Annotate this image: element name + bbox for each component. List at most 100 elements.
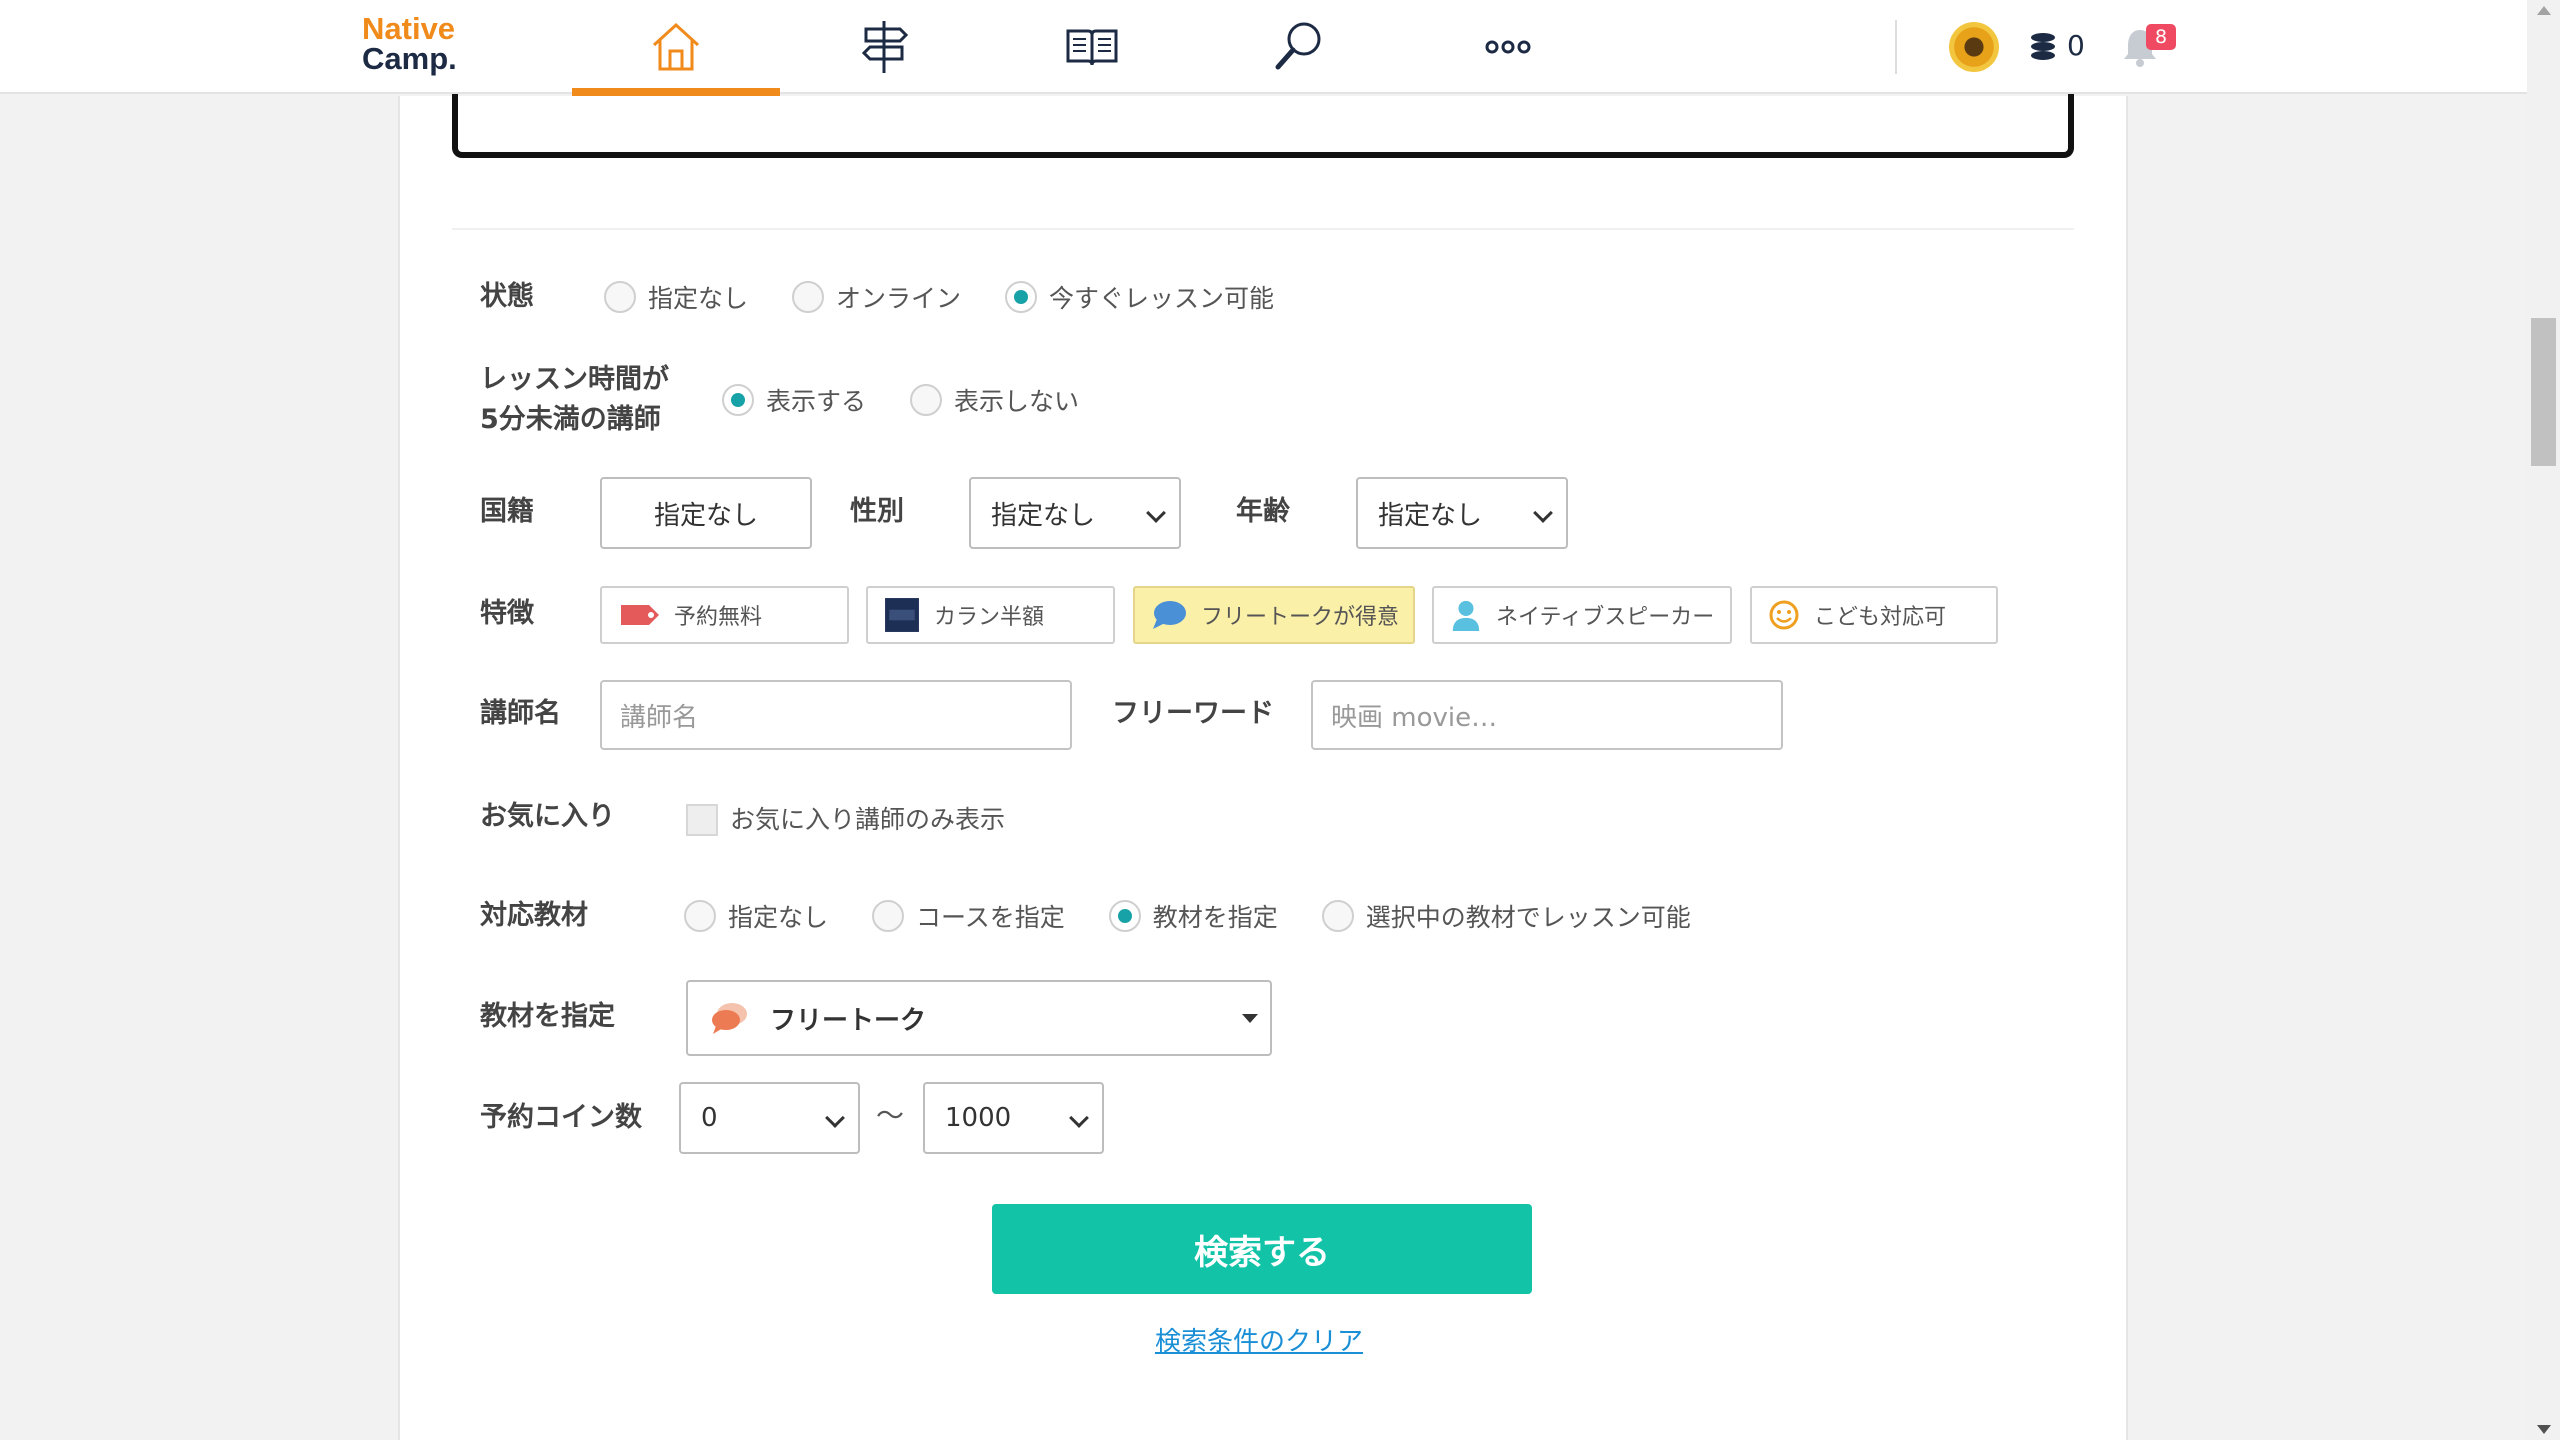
home-icon — [652, 22, 700, 71]
short-lesson-option-show[interactable]: 表示する — [722, 382, 866, 418]
favorites-checkbox[interactable] — [686, 804, 718, 836]
radio-button[interactable] — [604, 281, 636, 313]
smiley-icon — [1769, 600, 1799, 630]
nationality-value: 指定なし — [653, 500, 758, 531]
nationality-label: 国籍 — [480, 496, 534, 527]
chevron-down-icon — [1146, 503, 1166, 523]
header-divider — [1895, 20, 1897, 74]
coins-min-select[interactable]: 0 — [679, 1082, 860, 1154]
gender-label: 性別 — [850, 496, 904, 527]
scroll-up-arrow-icon[interactable] — [2537, 6, 2551, 15]
feature-kids-ok[interactable]: こども対応可 — [1750, 586, 1998, 644]
speech-bubble-icon — [1153, 601, 1186, 629]
top-header: Native Camp. 0 8 — [0, 0, 2527, 96]
materials-label: 対応教材 — [480, 900, 588, 931]
coin-count: 0 — [2067, 29, 2085, 62]
material-select-value: フリートーク — [770, 1005, 927, 1036]
materials-option-selected-material[interactable]: 選択中の教材でレッスン可能 — [1321, 898, 1691, 934]
chat-bubbles-icon — [712, 1003, 747, 1034]
book-icon — [1066, 29, 1118, 66]
clear-search-link[interactable]: 検索条件のクリア — [1155, 1322, 1363, 1362]
radio-label: 今すぐレッスン可能 — [1049, 284, 1275, 313]
nav-signpost[interactable] — [780, 0, 988, 94]
age-select[interactable]: 指定なし — [1356, 477, 1568, 549]
radio-label: コースを指定 — [916, 903, 1065, 932]
radio-button[interactable] — [1321, 900, 1354, 932]
scroll-thumb[interactable] — [2531, 318, 2556, 466]
chevron-down-icon — [825, 1108, 845, 1128]
teacher-name-label: 講師名 — [480, 698, 561, 729]
free-word-label: フリーワード — [1112, 698, 1274, 729]
feature-callan-half[interactable]: カラン半額 — [866, 586, 1115, 644]
status-option-none[interactable]: 指定なし — [604, 279, 748, 315]
native-camp-logo[interactable]: Native Camp. — [362, 11, 457, 76]
age-label: 年齢 — [1236, 496, 1290, 527]
status-label: 状態 — [480, 281, 534, 312]
coins-range-separator: 〜 — [876, 1099, 905, 1132]
gender-value: 指定なし — [991, 500, 1096, 531]
radio-label: オンライン — [836, 284, 962, 313]
previous-section-box — [452, 94, 2074, 158]
feature-label: カラン半額 — [934, 605, 1045, 630]
coin-balance[interactable]: 0 — [2031, 26, 2085, 66]
logo-line-2: Camp. — [362, 41, 457, 76]
nav-more[interactable] — [1404, 0, 1612, 94]
radio-label: 教材を指定 — [1152, 903, 1278, 932]
nationality-select[interactable]: 指定なし — [600, 477, 812, 549]
radio-button[interactable] — [910, 384, 943, 416]
tag-icon — [621, 605, 659, 625]
materials-option-material[interactable]: 教材を指定 — [1108, 898, 1278, 934]
coins-min-value: 0 — [701, 1103, 718, 1133]
search-icon — [1275, 22, 1321, 70]
radio-button[interactable] — [792, 281, 825, 313]
features-label: 特徴 — [480, 598, 534, 629]
chevron-down-icon — [1533, 503, 1553, 523]
specify-material-label: 教材を指定 — [480, 1001, 615, 1032]
radio-button-selected[interactable] — [1108, 900, 1141, 932]
radio-button-selected[interactable] — [1005, 281, 1038, 313]
gender-select[interactable]: 指定なし — [969, 477, 1181, 549]
favorites-label: お気に入り — [480, 801, 615, 832]
radio-button[interactable] — [872, 900, 905, 932]
free-word-placeholder: 映画 movie… — [1331, 702, 1498, 733]
page-scrollbar[interactable] — [2527, 0, 2560, 1440]
feature-free-booking[interactable]: 予約無料 — [600, 586, 849, 644]
person-icon — [1452, 600, 1480, 631]
free-word-input[interactable]: 映画 movie… — [1311, 680, 1783, 750]
nav-book[interactable] — [988, 0, 1196, 94]
coins-max-select[interactable]: 1000 — [923, 1082, 1104, 1154]
materials-option-none[interactable]: 指定なし — [684, 898, 828, 934]
age-value: 指定なし — [1378, 500, 1483, 531]
feature-label: ネイティブスピーカー — [1496, 605, 1715, 630]
radio-label: 表示する — [766, 387, 867, 416]
status-radio-group: 指定なし オンライン 今すぐレッスン可能 — [604, 279, 1318, 315]
materials-option-course[interactable]: コースを指定 — [872, 898, 1065, 934]
short-lesson-option-hide[interactable]: 表示しない — [910, 382, 1079, 418]
scroll-down-arrow-icon[interactable] — [2537, 1425, 2551, 1434]
avatar[interactable] — [1949, 22, 1999, 72]
nav-search[interactable] — [1196, 0, 1404, 94]
radio-button-selected[interactable] — [722, 384, 754, 416]
more-icon — [1485, 40, 1531, 54]
radio-label: 表示しない — [954, 387, 1080, 416]
search-button[interactable]: 検索する — [992, 1204, 1532, 1294]
caret-down-icon — [1242, 1014, 1258, 1023]
status-option-online[interactable]: オンライン — [792, 279, 961, 315]
favorites-checkbox-label[interactable]: お気に入り講師のみ表示 — [730, 800, 1005, 840]
radio-button[interactable] — [684, 900, 716, 932]
coins-max-value: 1000 — [945, 1103, 1012, 1133]
feature-free-talk[interactable]: フリートークが得意 — [1133, 586, 1415, 644]
short-lesson-label-line1: レッスン時間が — [480, 364, 669, 395]
logo-line-1: Native — [362, 11, 456, 46]
callan-book-icon — [885, 598, 919, 632]
short-lesson-radio-group: 表示する 表示しない — [722, 382, 1123, 418]
teacher-name-placeholder: 講師名 — [620, 702, 699, 733]
material-select[interactable]: フリートーク — [686, 980, 1272, 1056]
notification-badge: 8 — [2146, 24, 2176, 50]
chevron-down-icon — [1069, 1108, 1089, 1128]
teacher-name-input[interactable]: 講師名 — [600, 680, 1072, 750]
status-option-available-now[interactable]: 今すぐレッスン可能 — [1005, 279, 1274, 315]
nav-home[interactable] — [572, 0, 780, 96]
radio-label: 選択中の教材でレッスン可能 — [1365, 903, 1691, 932]
feature-native-speaker[interactable]: ネイティブスピーカー — [1432, 586, 1732, 644]
